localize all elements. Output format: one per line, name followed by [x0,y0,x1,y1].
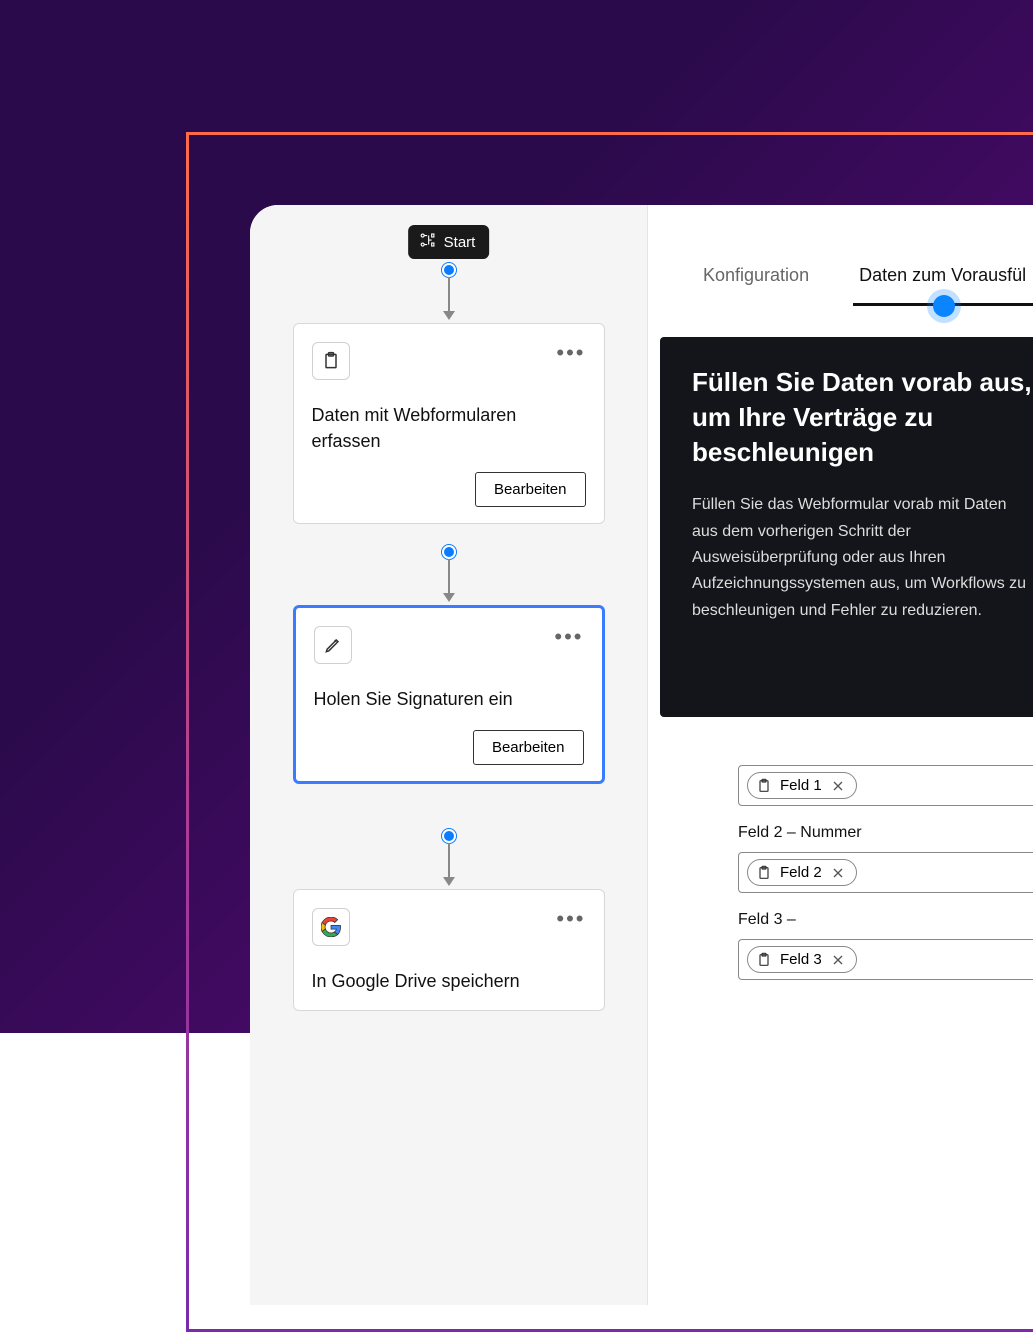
field-label: Feld 2 – Nummer [738,824,1033,842]
chip-label: Feld 2 [780,864,822,881]
connector-line [448,277,450,311]
google-icon [312,908,350,946]
connector-dot [442,545,456,559]
field-chip[interactable]: Feld 3 [747,946,857,973]
more-icon[interactable]: ••• [556,342,585,358]
arrow-icon [443,877,455,886]
chip-label: Feld 3 [780,951,822,968]
field-row: Feld 2 – Nummer Feld 2 [738,824,1033,893]
field-chip[interactable]: Feld 1 [747,772,857,799]
edit-button[interactable]: Bearbeiten [473,730,584,765]
start-label: Start [444,234,476,251]
arrow-icon [443,311,455,320]
field-chip[interactable]: Feld 2 [747,859,857,886]
tab-prefill-data[interactable]: Daten zum Vorausfül [859,265,1026,286]
remove-icon[interactable] [830,778,846,794]
clipboard-icon [312,342,350,380]
detail-pane: Konfiguration Daten zum Vorausfül Füllen… [648,205,1033,1305]
card-title: Daten mit Webformularen erfassen [312,402,586,454]
field-row: Feld 1 [738,765,1033,806]
onboarding-popover: Füllen Sie Daten vorab aus, um Ihre Vert… [660,337,1033,717]
connector-line [448,843,450,877]
field-label: Feld 3 – [738,911,1033,929]
card-title: In Google Drive speichern [312,968,586,994]
arrow-icon [443,593,455,602]
more-icon[interactable]: ••• [556,908,585,924]
remove-icon[interactable] [830,865,846,881]
workflow-icon [418,231,436,253]
field-row: Feld 3 – Feld 3 [738,911,1033,980]
chip-label: Feld 1 [780,777,822,794]
workflow-card-googledrive[interactable]: ••• In Google Drive speichern [293,889,605,1011]
more-icon[interactable]: ••• [554,626,583,642]
connector-dot [442,263,456,277]
tab-bar: Konfiguration Daten zum Vorausfül [703,265,1033,286]
tab-highlight-dot [933,295,955,317]
edit-button[interactable]: Bearbeiten [475,472,586,507]
start-node[interactable]: Start [408,225,490,259]
workflow-pane: Start ••• Daten mit Webformularen erfass… [250,205,648,1305]
card-title: Holen Sie Signaturen ein [314,686,584,712]
remove-icon[interactable] [830,952,846,968]
field-input[interactable]: Feld 3 [738,939,1033,980]
popover-body: Füllen Sie das Webformular vorab mit Dat… [692,492,1032,624]
popover-title: Füllen Sie Daten vorab aus, um Ihre Vert… [692,365,1032,470]
field-input[interactable]: Feld 1 [738,765,1033,806]
workflow-card-signatures[interactable]: ••• Holen Sie Signaturen ein Bearbeiten [293,605,605,784]
field-input[interactable]: Feld 2 [738,852,1033,893]
connector-dot [442,829,456,843]
connector-line [448,559,450,593]
prefill-fields: Feld 1 Feld 2 – Nummer Feld 2 Feld 3 – [738,765,1033,998]
app-window: Start ••• Daten mit Webformularen erfass… [250,205,1033,1305]
workflow-card-webform[interactable]: ••• Daten mit Webformularen erfassen Bea… [293,323,605,524]
tab-configuration[interactable]: Konfiguration [703,265,809,286]
pencil-icon [314,626,352,664]
